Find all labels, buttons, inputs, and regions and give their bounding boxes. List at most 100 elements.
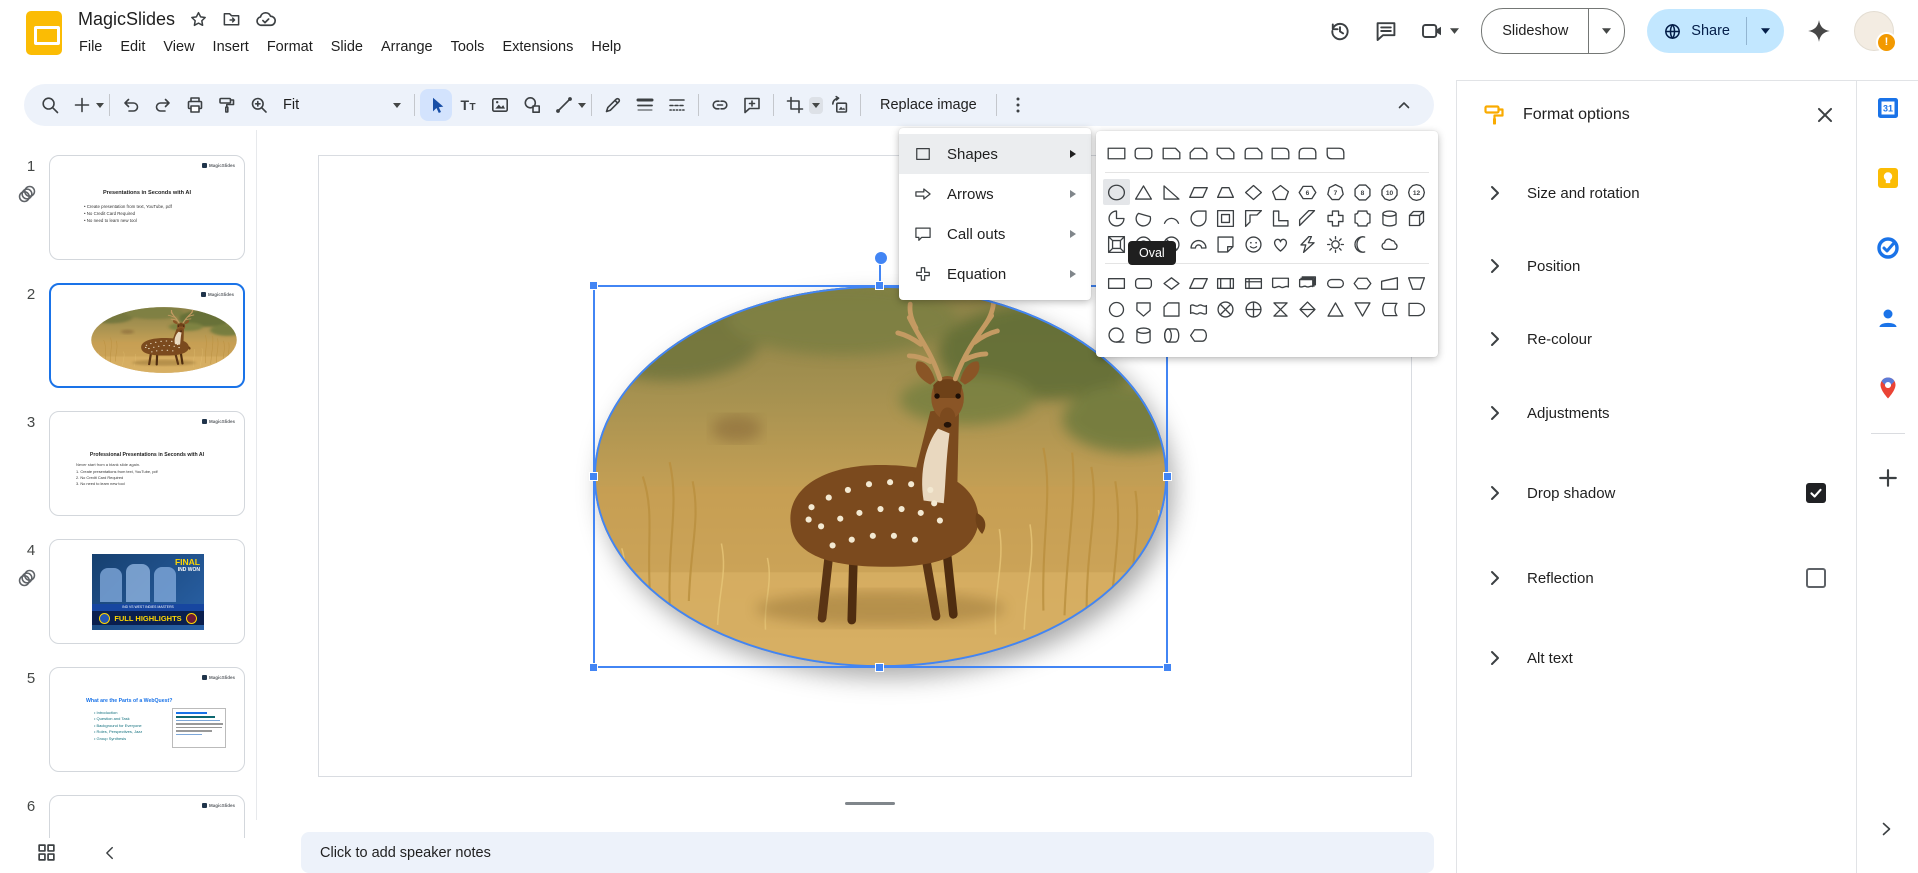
menu-extensions[interactable]: Extensions xyxy=(493,35,582,59)
grid-view-icon[interactable] xyxy=(36,842,57,863)
menu-item-call-outs[interactable]: Call outs xyxy=(899,214,1091,254)
shape-half-frame-icon[interactable] xyxy=(1239,205,1266,231)
insert-shape-icon[interactable] xyxy=(516,89,548,121)
menu-edit[interactable]: Edit xyxy=(111,35,154,59)
shape-sun-icon[interactable] xyxy=(1321,231,1348,257)
resize-handle-sw[interactable] xyxy=(589,663,598,672)
shape-oval-icon[interactable] xyxy=(1103,179,1131,205)
shape-internal-storage-icon[interactable] xyxy=(1239,270,1266,296)
version-history-icon[interactable] xyxy=(1328,19,1352,43)
shape-arc-icon[interactable] xyxy=(1158,205,1185,231)
shape-heptagon-icon[interactable]: 7 xyxy=(1321,179,1348,205)
tasks-icon[interactable] xyxy=(1876,236,1900,260)
menu-item-equation[interactable]: Equation xyxy=(899,254,1091,294)
shape-sort-icon[interactable] xyxy=(1294,296,1321,322)
format-section-drop-shadow[interactable]: Drop shadow xyxy=(1457,469,1856,517)
print-icon[interactable] xyxy=(179,89,211,121)
shape-predefined-process-icon[interactable] xyxy=(1212,270,1239,296)
menu-slide[interactable]: Slide xyxy=(322,35,372,59)
insert-line-icon[interactable] xyxy=(548,89,580,121)
shape-plaque-icon[interactable] xyxy=(1349,205,1376,231)
replace-image-button[interactable]: Replace image xyxy=(866,97,991,113)
shape-manual-input-icon[interactable] xyxy=(1376,270,1403,296)
shape-can-icon[interactable] xyxy=(1376,205,1403,231)
shape-hexagon-icon[interactable]: 6 xyxy=(1294,179,1321,205)
rotation-handle[interactable] xyxy=(874,251,888,265)
shape-magnetic-disk-icon[interactable] xyxy=(1130,322,1157,348)
new-slide-button[interactable] xyxy=(66,89,98,121)
menu-format[interactable]: Format xyxy=(258,35,322,59)
shape-dodecagon-icon[interactable]: 12 xyxy=(1403,179,1430,205)
shape-diamond-icon[interactable] xyxy=(1239,179,1266,205)
keep-icon[interactable] xyxy=(1876,166,1900,190)
zoom-fit-dropdown[interactable]: Fit xyxy=(275,97,409,113)
search-menus-icon[interactable] xyxy=(34,89,66,121)
shape-heart-icon[interactable] xyxy=(1267,231,1294,257)
cloud-saved-icon[interactable] xyxy=(255,9,276,30)
shape-round-single-corner-icon[interactable] xyxy=(1267,140,1294,166)
text-box-tool[interactable]: TT xyxy=(452,89,484,121)
menu-help[interactable]: Help xyxy=(582,35,630,59)
select-tool[interactable] xyxy=(420,89,452,121)
format-section-size-and-rotation[interactable]: Size and rotation xyxy=(1457,169,1856,217)
shape-moon-icon[interactable] xyxy=(1349,231,1376,257)
shape-off-page-connector-icon[interactable] xyxy=(1130,296,1157,322)
shape-stored-data-icon[interactable] xyxy=(1376,296,1403,322)
shape-teardrop-icon[interactable] xyxy=(1185,205,1212,231)
shape-triangle-icon[interactable] xyxy=(1130,179,1157,205)
shape-decagon-icon[interactable]: 10 xyxy=(1376,179,1403,205)
slide-thumbnail-3[interactable]: MagicSlides Professional Presentations i… xyxy=(49,411,245,516)
move-folder-icon[interactable] xyxy=(222,10,241,29)
shape-document-icon[interactable] xyxy=(1267,270,1294,296)
resize-handle-n[interactable] xyxy=(875,281,884,290)
shape-snip-single-corner-icon[interactable] xyxy=(1158,140,1185,166)
shape-lightning-bolt-icon[interactable] xyxy=(1294,231,1321,257)
shape-pentagon-icon[interactable] xyxy=(1267,179,1294,205)
menu-file[interactable]: File xyxy=(70,35,111,59)
shape-chord-icon[interactable] xyxy=(1130,205,1157,231)
slide-thumbnail-1[interactable]: MagicSlides Presentations in Seconds wit… xyxy=(49,155,245,260)
insert-link-icon[interactable] xyxy=(704,89,736,121)
shape-alternate-process-icon[interactable] xyxy=(1130,270,1157,296)
shape-cube-icon[interactable] xyxy=(1403,205,1430,231)
shape-snip-same-side-corners-icon[interactable] xyxy=(1185,140,1212,166)
transition-icon[interactable] xyxy=(16,567,38,589)
gemini-spark-icon[interactable] xyxy=(1806,18,1832,44)
shape-multidocument-icon[interactable] xyxy=(1294,270,1321,296)
zoom-in-icon[interactable] xyxy=(243,89,275,121)
slideshow-button[interactable]: Slideshow xyxy=(1481,8,1626,54)
more-options-icon[interactable] xyxy=(1002,89,1034,121)
paint-format-icon[interactable] xyxy=(211,89,243,121)
comments-icon[interactable] xyxy=(1374,19,1398,43)
shape-terminator-icon[interactable] xyxy=(1321,270,1348,296)
crop-image-icon[interactable] xyxy=(779,89,811,121)
menu-item-shapes[interactable]: Shapes xyxy=(899,134,1091,174)
resize-handle-se[interactable] xyxy=(1163,663,1172,672)
format-section-re-colour[interactable]: Re-colour xyxy=(1457,315,1856,363)
get-addons-icon[interactable] xyxy=(1876,466,1900,490)
shape-snip-diagonal-corners-icon[interactable] xyxy=(1212,140,1239,166)
shape-connector-icon[interactable] xyxy=(1103,296,1130,322)
shape-smiley-face-icon[interactable] xyxy=(1239,231,1266,257)
shape-cloud-icon[interactable] xyxy=(1376,231,1403,257)
border-dash-icon[interactable] xyxy=(661,89,693,121)
shape-bevel-icon[interactable] xyxy=(1103,231,1130,257)
shape-l-shape-icon[interactable] xyxy=(1267,205,1294,231)
resize-handle-e[interactable] xyxy=(1163,472,1172,481)
menu-view[interactable]: View xyxy=(154,35,203,59)
format-section-alt-text[interactable]: Alt text xyxy=(1457,634,1856,682)
shape-pie-icon[interactable] xyxy=(1103,205,1130,231)
checkbox-unchecked[interactable] xyxy=(1806,568,1826,588)
resize-handle-nw[interactable] xyxy=(589,281,598,290)
add-comment-icon[interactable] xyxy=(736,89,768,121)
contacts-icon[interactable] xyxy=(1876,306,1900,330)
menu-tools[interactable]: Tools xyxy=(442,35,494,59)
shape-punched-tape-icon[interactable] xyxy=(1185,296,1212,322)
shape-decision-icon[interactable] xyxy=(1158,270,1185,296)
shape-direct-access-storage-icon[interactable] xyxy=(1158,322,1185,348)
border-weight-icon[interactable] xyxy=(629,89,661,121)
undo-icon[interactable] xyxy=(115,89,147,121)
shape-summing-junction-icon[interactable] xyxy=(1212,296,1239,322)
filmstrip-scrollbar[interactable] xyxy=(256,130,257,820)
shape-process-icon[interactable] xyxy=(1103,270,1130,296)
